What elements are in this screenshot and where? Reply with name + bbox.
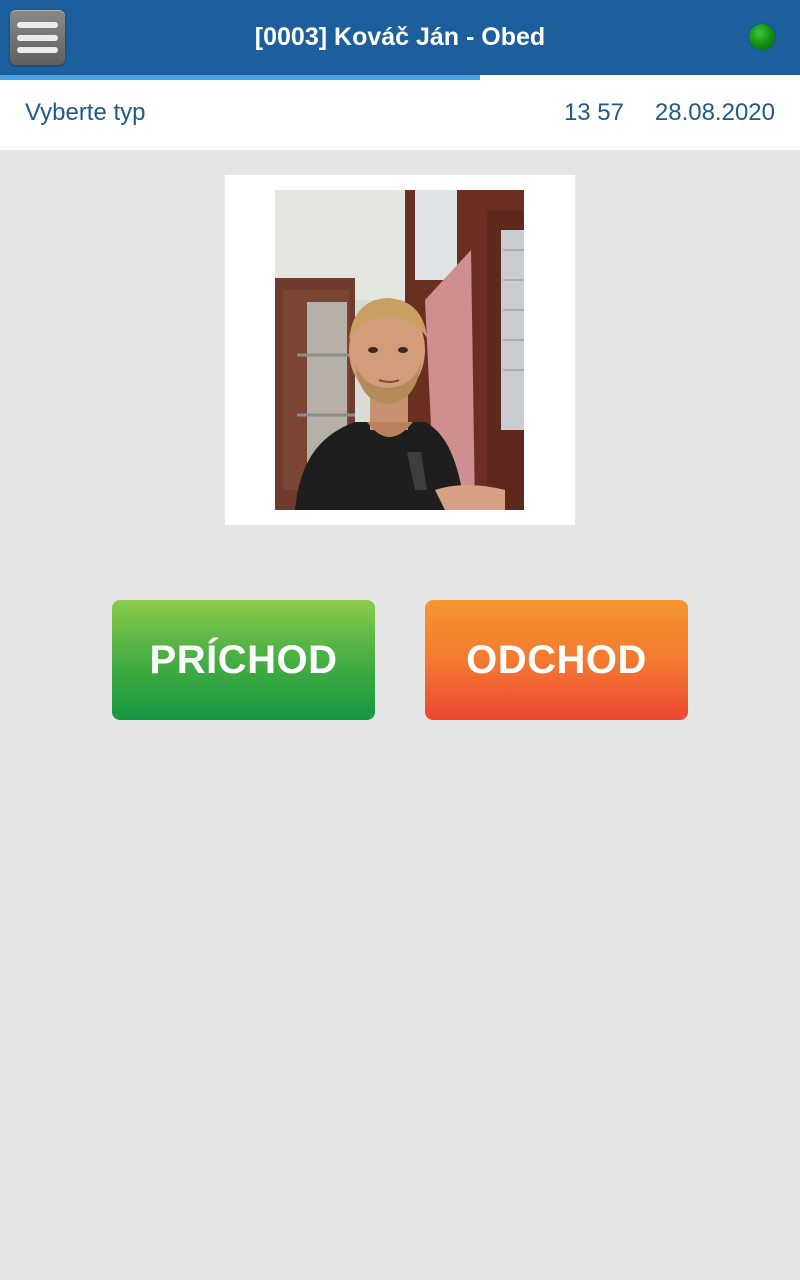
info-bar: Vyberte typ 13 57 28.08.2020 (0, 80, 800, 150)
hamburger-menu-icon (17, 22, 58, 28)
employee-photo (275, 190, 524, 510)
connection-status-icon (749, 24, 775, 50)
top-app-bar: [0003] Kováč Ján - Obed (0, 0, 800, 75)
departure-button[interactable]: ODCHOD (425, 600, 688, 720)
employee-photo-frame (225, 175, 575, 525)
hamburger-menu-icon-line (17, 47, 58, 53)
menu-button[interactable] (10, 10, 65, 65)
current-date: 28.08.2020 (654, 99, 775, 126)
current-time: 13 57 (563, 99, 624, 126)
hamburger-menu-icon-line (17, 34, 58, 41)
page-title: [0003] Kováč Ján - Obed (254, 23, 546, 51)
arrival-button[interactable]: PRÍCHOD (112, 600, 375, 720)
employee-photo-image (275, 190, 524, 510)
attendance-screen: [0003] Kováč Ján - Obed Vyberte typ 13 5… (0, 0, 800, 1280)
select-type-prompt: Vyberte typ (25, 99, 146, 126)
